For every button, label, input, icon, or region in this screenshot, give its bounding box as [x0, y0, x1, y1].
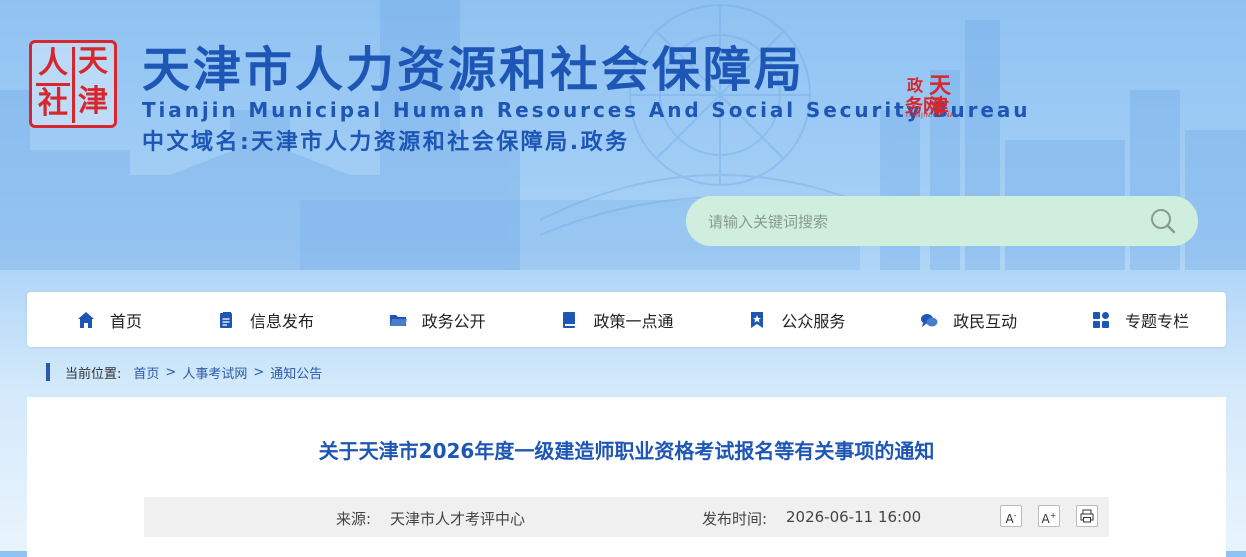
- nav-item-interaction[interactable]: 政民互动: [920, 292, 1017, 347]
- search-icon[interactable]: [1150, 208, 1176, 234]
- nav-item-policy[interactable]: 政策一点通: [560, 292, 674, 347]
- article-title: 关于天津市2026年度一级建造师职业资格考试报名等有关事项的通知: [318, 439, 935, 463]
- breadcrumb: 当前位置: 首页 > 人事考试网 > 通知公告: [46, 362, 322, 382]
- source-label: 来源:: [336, 510, 372, 528]
- breadcrumb-separator: >: [165, 364, 177, 380]
- breadcrumb-exam-site[interactable]: 人事考试网: [182, 363, 247, 382]
- site-title: 天津市人力资源和社会保障局: [142, 42, 806, 98]
- main-nav: 首页 信息发布 政务公开 政策一点通 公众服务 政民互动 专题专栏: [27, 292, 1226, 347]
- font-decrease-sign: -: [1013, 511, 1017, 520]
- nav-label: 政民互动: [953, 311, 1018, 331]
- seal-char: 社: [38, 86, 68, 121]
- publish-time-value: 2026-06-11 16:00: [786, 508, 922, 526]
- star-bookmark-icon: [751, 311, 764, 328]
- nav-item-public-service[interactable]: 公众服务: [748, 292, 845, 347]
- nav-item-special-topics[interactable]: 专题专栏: [1092, 292, 1189, 347]
- printer-icon: [1080, 509, 1094, 523]
- breadcrumb-prefix: 当前位置:: [65, 366, 122, 382]
- nav-label: 公众服务: [781, 311, 846, 331]
- seal-char: 天: [78, 44, 108, 79]
- chat-icon: [921, 313, 938, 327]
- font-increase-sign: +: [1049, 511, 1057, 520]
- breadcrumb-home[interactable]: 首页: [133, 363, 159, 382]
- seal-divider: [72, 47, 75, 123]
- book-icon: [563, 311, 576, 328]
- search-input[interactable]: [706, 209, 1130, 235]
- site-subtitle: Tianjin Municipal Human Resources And So…: [142, 98, 1031, 122]
- nav-item-home[interactable]: 首页: [77, 292, 142, 347]
- breadcrumb-marker: [46, 363, 50, 381]
- source-value: 天津市人才考评中心: [390, 510, 526, 528]
- home-icon: [78, 311, 94, 328]
- print-button[interactable]: [1076, 505, 1098, 527]
- nav-label: 政策一点通: [593, 311, 674, 331]
- font-increase-button[interactable]: A+: [1038, 505, 1060, 527]
- grid-icon: [1092, 311, 1109, 328]
- bureau-logo-seal: 人 天 社 津: [29, 40, 117, 128]
- search-box: [686, 196, 1198, 246]
- seal-char: 人: [38, 46, 68, 81]
- nav-label: 信息发布: [249, 311, 314, 331]
- font-decrease-label: A: [1005, 512, 1014, 526]
- breadcrumb-notices[interactable]: 通知公告: [270, 363, 322, 382]
- site-header: 人 天 社 津 天津市人力资源和社会保障局 Tianjin Municipal …: [0, 0, 1246, 270]
- nav-label: 政务公开: [421, 311, 486, 331]
- chinese-domain-name: 中文域名:天津市人力资源和社会保障局.政务: [142, 130, 630, 155]
- nav-label: 首页: [110, 311, 143, 331]
- publish-time-label: 发布时间:: [702, 510, 768, 528]
- nav-item-info-release[interactable]: 信息发布: [217, 292, 314, 347]
- article-meta-bar: 来源: 天津市人才考评中心 发布时间: 2026-06-11 16:00 A- …: [144, 497, 1109, 537]
- breadcrumb-separator: >: [253, 364, 265, 380]
- article-panel: 关于天津市2026年度一级建造师职业资格考试报名等有关事项的通知 来源: 天津市…: [27, 397, 1226, 557]
- font-decrease-button[interactable]: A-: [1000, 505, 1022, 527]
- document-icon: [219, 311, 232, 328]
- folder-icon: [389, 314, 407, 326]
- font-increase-label: A: [1041, 512, 1050, 526]
- seal-char: 津: [78, 84, 108, 119]
- tianjin-government-seal: 政 天 务网 津 TIANJIN.CHINA: [903, 66, 955, 120]
- seal-caption: TIANJIN.CHINA: [905, 112, 955, 119]
- nav-label: 专题专栏: [1124, 311, 1189, 331]
- nav-item-gov-affairs[interactable]: 政务公开: [389, 292, 486, 347]
